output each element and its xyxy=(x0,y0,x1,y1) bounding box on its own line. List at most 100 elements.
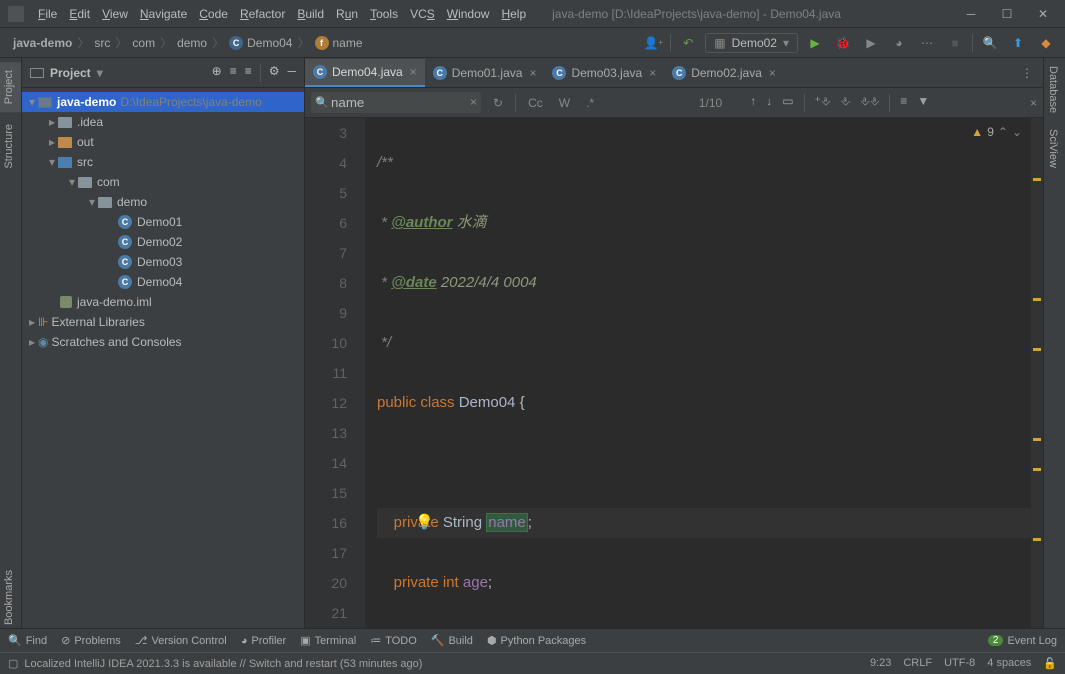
tree-class-demo02[interactable]: CDemo02 xyxy=(22,232,304,252)
run-configuration-selector[interactable]: ▦Demo02▾ xyxy=(705,33,798,53)
tree-class-demo04[interactable]: CDemo04 xyxy=(22,272,304,292)
rail-sciview[interactable]: SciView xyxy=(1044,121,1062,176)
run-button[interactable]: ▶ xyxy=(804,32,826,54)
editor-tab-demo01[interactable]: CDemo01.java× xyxy=(425,59,545,87)
filter-icon[interactable]: ≡ xyxy=(900,94,907,112)
breadcrumb-field[interactable]: fname xyxy=(310,36,368,50)
profile-button[interactable]: ◕ xyxy=(888,32,910,54)
stop-button[interactable]: ■ xyxy=(944,32,966,54)
inspection-widget[interactable]: ▲9 ⌃⌄ xyxy=(968,124,1025,140)
clear-search-icon[interactable]: × xyxy=(470,95,477,109)
expand-all-icon[interactable]: ≡ xyxy=(230,64,237,82)
tab-close-icon[interactable]: × xyxy=(529,66,536,80)
menu-run[interactable]: Run xyxy=(330,7,364,21)
line-gutter[interactable]: 345678910111213141516172021 xyxy=(305,118,365,628)
select-all-occ-icon[interactable]: ⎀⎀ xyxy=(860,94,879,112)
tree-class-demo03[interactable]: CDemo03 xyxy=(22,252,304,272)
funnel-icon[interactable]: ▼ xyxy=(917,94,929,112)
search-everywhere-icon[interactable]: 🔍 xyxy=(979,32,1001,54)
rail-structure[interactable]: Structure xyxy=(0,116,21,177)
tool-problems[interactable]: ⊘ Problems xyxy=(61,634,121,647)
menu-code[interactable]: Code xyxy=(193,7,234,21)
intention-bulb-icon[interactable]: 💡 xyxy=(415,508,434,538)
caret-position[interactable]: 9:23 xyxy=(870,657,891,670)
prev-match-icon[interactable]: ↑ xyxy=(750,94,756,112)
close-button[interactable]: ✕ xyxy=(1029,4,1057,24)
tree-folder-demo[interactable]: ▾demo xyxy=(22,192,304,212)
breadcrumb-class[interactable]: CDemo04 xyxy=(224,36,297,50)
tab-options-icon[interactable]: ⋮ xyxy=(1011,66,1043,80)
project-view-selector[interactable]: Project ▾ xyxy=(30,66,103,80)
tool-terminal[interactable]: ▣ Terminal xyxy=(300,634,356,647)
settings-gear-icon[interactable]: ⚙ xyxy=(269,64,280,82)
maximize-button[interactable]: ☐ xyxy=(993,4,1021,24)
tree-scratches[interactable]: ▸◉Scratches and Consoles xyxy=(22,332,304,352)
tool-eventlog[interactable]: 2 Event Log xyxy=(988,635,1057,647)
readonly-lock-icon[interactable]: 🔓 xyxy=(1043,657,1057,670)
minimize-button[interactable]: ─ xyxy=(957,4,985,24)
tool-todo[interactable]: ≔ TODO xyxy=(370,634,417,647)
file-encoding[interactable]: UTF-8 xyxy=(944,657,975,670)
find-input[interactable] xyxy=(311,92,481,113)
menu-edit[interactable]: Edit xyxy=(63,7,96,21)
tree-root-module[interactable]: ▾java-demoD:\IdeaProjects\java-demo xyxy=(22,92,304,112)
words-toggle[interactable]: W xyxy=(555,96,574,110)
search-history-icon[interactable]: ↻ xyxy=(489,96,507,110)
tree-iml-file[interactable]: java-demo.iml xyxy=(22,292,304,312)
status-message[interactable]: Localized IntelliJ IDEA 2021.3.3 is avai… xyxy=(24,658,422,670)
coverage-button[interactable]: ▶ xyxy=(860,32,882,54)
ide-features-icon[interactable]: ◆ xyxy=(1035,32,1057,54)
tool-build[interactable]: 🔨 Build xyxy=(431,634,473,647)
remove-selection-icon[interactable]: ⎀ xyxy=(840,94,850,112)
close-find-bar-icon[interactable]: × xyxy=(1030,96,1037,110)
tree-class-demo01[interactable]: CDemo01 xyxy=(22,212,304,232)
status-corner-icon[interactable]: ▢ xyxy=(8,657,18,670)
menu-tools[interactable]: Tools xyxy=(364,7,404,21)
breadcrumb-com[interactable]: com xyxy=(127,36,160,50)
tree-folder-src[interactable]: ▾src xyxy=(22,152,304,172)
menu-refactor[interactable]: Refactor xyxy=(234,7,291,21)
more-run-icon[interactable]: ⋯ xyxy=(916,32,938,54)
code-editor[interactable]: 345678910111213141516172021 /** * @autho… xyxy=(305,118,1043,628)
editor-tab-demo03[interactable]: CDemo03.java× xyxy=(544,59,664,87)
rail-project[interactable]: Project xyxy=(0,62,21,112)
rail-bookmarks[interactable]: Bookmarks xyxy=(0,562,18,633)
menu-vcs[interactable]: VCS xyxy=(404,7,441,21)
add-selection-icon[interactable]: ⁺⎀ xyxy=(815,94,831,112)
select-all-icon[interactable]: ▭ xyxy=(782,94,793,112)
indent-setting[interactable]: 4 spaces xyxy=(987,657,1031,670)
debug-button[interactable]: 🐞 xyxy=(832,32,854,54)
editor-tab-demo04[interactable]: CDemo04.java× xyxy=(305,59,425,87)
select-opened-file-icon[interactable]: ⊕ xyxy=(212,64,222,82)
tree-folder-idea[interactable]: ▸.idea xyxy=(22,112,304,132)
menu-window[interactable]: Window xyxy=(441,7,496,21)
breadcrumb-project[interactable]: java-demo xyxy=(8,36,77,50)
tab-close-icon[interactable]: × xyxy=(769,66,776,80)
breadcrumb-demo[interactable]: demo xyxy=(172,36,212,50)
next-match-icon[interactable]: ↓ xyxy=(766,94,772,112)
tool-profiler[interactable]: ◕ Profiler xyxy=(241,635,287,647)
menu-file[interactable]: File xyxy=(32,7,63,21)
editor-tab-demo02[interactable]: CDemo02.java× xyxy=(664,59,784,87)
collapse-all-icon[interactable]: ≡ xyxy=(245,64,252,82)
line-separator[interactable]: CRLF xyxy=(903,657,932,670)
match-case-toggle[interactable]: Cc xyxy=(524,96,547,110)
tree-folder-com[interactable]: ▾com xyxy=(22,172,304,192)
add-user-icon[interactable]: 👤+ xyxy=(642,32,664,54)
tree-external-libraries[interactable]: ▸⊪External Libraries xyxy=(22,312,304,332)
rail-database[interactable]: Database xyxy=(1044,58,1062,121)
tree-folder-out[interactable]: ▸out xyxy=(22,132,304,152)
tool-python[interactable]: ⬢ Python Packages xyxy=(487,634,586,647)
breadcrumb-src[interactable]: src xyxy=(89,36,115,50)
back-arrow-icon[interactable]: ↶ xyxy=(677,32,699,54)
tool-vcs[interactable]: ⎇ Version Control xyxy=(135,634,227,647)
update-button[interactable]: ⬆ xyxy=(1007,32,1029,54)
tab-close-icon[interactable]: × xyxy=(649,66,656,80)
menu-help[interactable]: Help xyxy=(495,7,532,21)
hide-panel-icon[interactable]: ─ xyxy=(287,64,296,82)
menu-view[interactable]: View xyxy=(96,7,134,21)
regex-toggle[interactable]: .* xyxy=(582,96,598,110)
menu-navigate[interactable]: Navigate xyxy=(134,7,193,21)
menu-build[interactable]: Build xyxy=(291,7,330,21)
error-stripe[interactable] xyxy=(1031,118,1043,628)
